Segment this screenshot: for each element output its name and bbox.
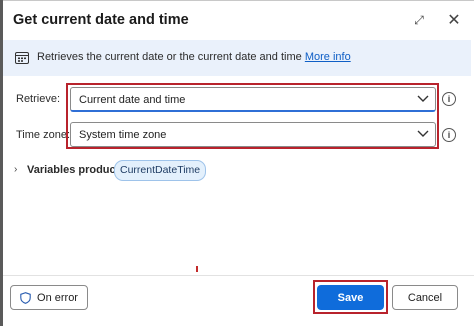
on-error-button[interactable]: On error (10, 285, 88, 310)
cancel-button[interactable]: Cancel (392, 285, 458, 310)
expand-icon[interactable]: ⤢ (410, 11, 428, 29)
on-error-label: On error (37, 291, 78, 304)
more-info-link[interactable]: More info (305, 51, 351, 63)
fields-highlight (66, 83, 439, 149)
retrieve-label: Retrieve: (16, 93, 61, 105)
variable-chip[interactable]: CurrentDateTime (114, 160, 207, 181)
info-description: Retrieves the current date or the curren… (37, 51, 351, 63)
marker (196, 266, 198, 272)
dialog-title: Get current date and time (13, 12, 189, 28)
footer-divider (3, 275, 474, 276)
timezone-label: Time zone: (16, 129, 71, 141)
save-button[interactable]: Save (317, 285, 384, 310)
shield-icon (20, 291, 31, 304)
info-text: Retrieves the current date or the curren… (37, 51, 302, 63)
timezone-info-icon[interactable]: i (442, 128, 456, 142)
info-banner: Retrieves the current date or the curren… (3, 40, 471, 76)
retrieve-info-icon[interactable]: i (442, 92, 456, 106)
close-icon[interactable]: ✕ (445, 11, 463, 29)
chevron-right-icon[interactable]: › (14, 164, 17, 175)
calendar-icon (15, 52, 29, 64)
